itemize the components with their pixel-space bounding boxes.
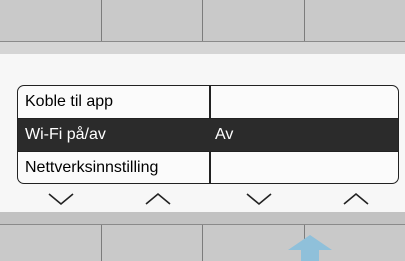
bottom-softkey-row <box>0 224 405 261</box>
arrow-up-icon <box>286 234 334 261</box>
top-softkey-2[interactable] <box>101 0 203 41</box>
menu-item-wifi-toggle[interactable]: Wi-Fi på/av Av <box>18 119 398 151</box>
top-softkey-4[interactable] <box>304 0 405 41</box>
chevron-down-icon <box>45 190 77 208</box>
chevron-up-icon <box>340 190 372 208</box>
menu-item-connect-app[interactable]: Koble til app <box>18 86 398 118</box>
top-softkey-3[interactable] <box>203 0 305 41</box>
chevron-down-icon <box>243 190 275 208</box>
column-divider <box>209 86 211 118</box>
device-display: Koble til app Wi-Fi på/av Av Nettverksin… <box>0 0 405 261</box>
menu-item-label: Wi-Fi på/av <box>25 126 106 143</box>
top-divider-strip <box>0 42 405 54</box>
menu-item-label: Nettverksinnstilling <box>25 159 159 176</box>
column-divider <box>209 152 211 183</box>
bottom-softkey-1[interactable] <box>0 225 102 261</box>
bottom-softkey-2[interactable] <box>101 225 203 261</box>
bottom-divider-strip <box>0 212 405 224</box>
row-separator <box>18 118 398 119</box>
menu-item-label: Koble til app <box>25 93 114 110</box>
top-softkey-1[interactable] <box>0 0 102 41</box>
menu-item-network-settings[interactable]: Nettverksinnstilling <box>18 152 398 183</box>
row-separator <box>18 151 398 152</box>
menu-item-value: Av <box>215 126 234 143</box>
settings-menu: Koble til app Wi-Fi på/av Av Nettverksin… <box>17 85 399 184</box>
chevron-up-icon <box>142 190 174 208</box>
top-softkey-row <box>0 0 405 42</box>
